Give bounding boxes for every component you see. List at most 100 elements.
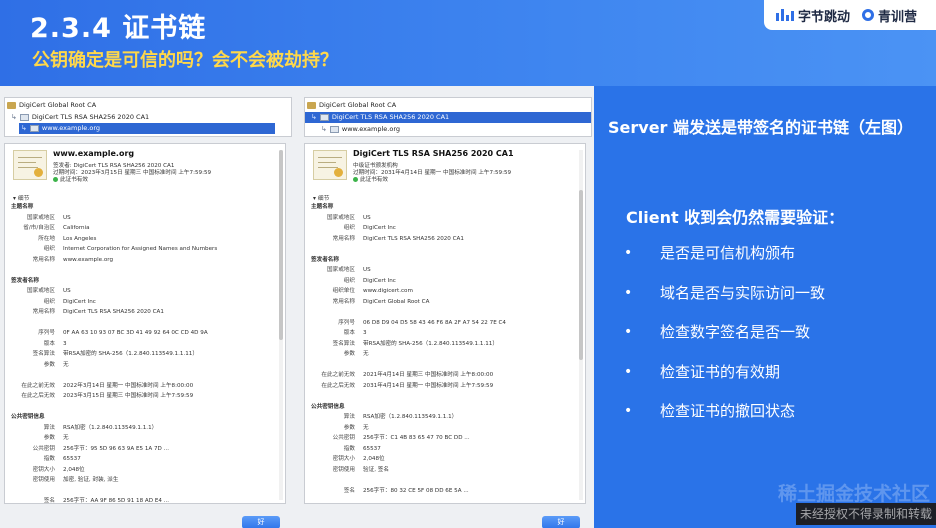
field-row: 参数 无 [305, 423, 575, 433]
field-row: 参数 无 [5, 433, 275, 443]
field-key: 序列号 [338, 319, 355, 326]
tree-item-leaf[interactable]: ↳ www.example.org [19, 123, 275, 134]
tree-item-root[interactable]: DigiCert Global Root CA [305, 100, 591, 111]
tree-item-root[interactable]: DigiCert Global Root CA [5, 100, 291, 111]
field-row [5, 318, 275, 328]
field-value: DigiCert Global Root CA [363, 298, 430, 305]
folder-icon [307, 102, 316, 109]
field-key: 国家或地区 [327, 267, 355, 273]
field-value: 2,048位 [63, 466, 85, 473]
field-row: 密钥使用 验证, 签名 [305, 465, 575, 475]
field-row: 常用名称 DigiCert TLS RSA SHA256 2020 CA1 [305, 234, 575, 244]
tree-item-label: www.example.org [41, 124, 100, 132]
qingxun-icon [862, 9, 875, 21]
field-key: 省/市/自治区 [23, 225, 55, 231]
tree-item-intermediate[interactable]: ↳ DigiCert TLS RSA SHA256 2020 CA1 [305, 112, 591, 123]
bytedance-logo-text: 字节跳动 [798, 9, 851, 25]
field-key: 版本 [43, 340, 55, 347]
certificate-icon [29, 125, 39, 132]
field-value: 无 [363, 351, 369, 357]
tree-item-intermediate[interactable]: ↳ DigiCert TLS RSA SHA256 2020 CA1 [5, 112, 291, 123]
list-item: 检查证书的撤回状态 [624, 396, 825, 436]
certificate-image-icon [313, 150, 347, 180]
field-value: 带RSA加密的 SHA-256（1.2.840.113549.1.1.11） [63, 351, 198, 357]
field-key: 国家或地区 [27, 214, 55, 221]
field-row: 版本 3 [305, 328, 575, 338]
certificate-image-icon [13, 150, 47, 180]
field-value: 256字节：AA 9F 86 5D 91 18 AD E4 ... [63, 498, 170, 504]
field-value: 3 [363, 330, 367, 336]
logo-bar: 字节跳动 青训营 [764, 0, 936, 30]
field-row: 常用名称 DigiCert Global Root CA [305, 297, 575, 307]
valid-check-icon [53, 177, 58, 182]
ok-button[interactable]: 好 [542, 516, 580, 528]
field-key: 国家或地区 [327, 214, 355, 221]
field-row [305, 360, 575, 370]
field-value: 2021年4月14日 星期三 中国标准时间 上午8:00:00 [363, 372, 494, 378]
field-row: 签发者名称 [5, 276, 275, 286]
scrollbar[interactable] [579, 150, 583, 500]
field-value: 无 [63, 435, 69, 441]
field-value: 256字节：80 32 CE 5F 08 DD 6E 5A ... [363, 487, 469, 494]
scrollbar[interactable] [279, 150, 283, 500]
tree-item-label: DigiCert TLS RSA SHA256 2020 CA1 [31, 113, 150, 121]
field-value: DigiCert Inc [63, 298, 96, 305]
field-row: 组织 Internet Corporation for Assigned Name… [5, 244, 275, 254]
field-row: 参数 无 [5, 360, 275, 370]
details-disclosure[interactable]: ▾ 细节 [313, 193, 329, 202]
cert-status: 此证书有效 [353, 175, 388, 183]
field-key: 签名 [43, 498, 55, 504]
field-row: 公共密钥 256字节：95 5D 96 63 9A E5 1A 7D ... [5, 444, 275, 454]
field-value: 0F AA 63 10 93 07 BC 3D 41 49 92 64 0C C… [63, 330, 208, 336]
field-value: DigiCert TLS RSA SHA256 2020 CA1 [363, 235, 464, 242]
field-key: 在此之后无效 [21, 393, 55, 399]
ok-button[interactable]: 好 [242, 516, 280, 528]
field-row: 国家或地区 US [305, 213, 575, 223]
tree-item-label: www.example.org [341, 125, 400, 133]
field-value: US [63, 214, 71, 221]
field-value: US [63, 288, 71, 294]
list-item: 域名是否与实际访问一致 [624, 278, 825, 318]
scrollbar-thumb[interactable] [579, 190, 583, 360]
field-key: 在此之后无效 [321, 382, 355, 389]
qingxun-logo-text: 青训营 [878, 9, 918, 25]
field-key: 参数 [43, 361, 55, 368]
field-row: 算法 RSA加密（1.2.840.113549.1.1.1） [305, 412, 575, 422]
explanation-panel: Server 端发送是带签名的证书链（左图） Client 收到会仍然需要验证：… [594, 86, 936, 528]
field-row: 版本 3 [5, 339, 275, 349]
cert-detail-panel: www.example.org 签发者: DigiCert TLS RSA SH… [4, 143, 286, 504]
field-row: 算法 RSA加密（1.2.840.113549.1.1.1） [5, 423, 275, 433]
field-row: 签名算法 带RSA加密的 SHA-256（1.2.840.113549.1.1.1… [5, 349, 275, 359]
field-row: 国家或地区 US [305, 265, 575, 275]
field-value: 256字节：C1 4B 83 65 47 70 BC DD ... [363, 435, 470, 441]
cert-status-text: 此证书有效 [360, 177, 388, 183]
slide-header: 2.3.4 证书链 公钥确定是可信的吗？会不会被劫持？ 字节跳动 青训营 [0, 0, 936, 86]
field-row: 国家或地区 US [5, 213, 275, 223]
certificate-icon [19, 114, 29, 121]
field-value: www.digicert.com [363, 288, 413, 294]
field-value: 带RSA加密的 SHA-256（1.2.840.113549.1.1.11） [363, 340, 498, 347]
field-row: 组织单位 www.digicert.com [305, 286, 575, 296]
bytedance-icon [776, 9, 794, 21]
field-key: 密钥使用 [332, 466, 355, 473]
scrollbar-thumb[interactable] [279, 150, 283, 340]
tree-item-label: DigiCert Global Root CA [319, 101, 397, 109]
field-key: 所在地 [38, 235, 55, 242]
field-key: 签发者名称 [311, 256, 339, 263]
cert-chain-tree: DigiCert Global Root CA ↳ DigiCert TLS R… [4, 97, 292, 137]
field-row: 签发者名称 [305, 255, 575, 265]
field-key: 参数 [343, 424, 355, 431]
field-value: 无 [63, 361, 69, 368]
tree-branch-icon: ↳ [11, 113, 17, 121]
field-row: 在此之前无效 2022年3月14日 星期一 中国标准时间 上午8:00:00 [5, 381, 275, 391]
field-key: 组织 [43, 246, 55, 252]
field-key: 组织单位 [332, 288, 355, 294]
field-value: US [363, 214, 371, 221]
field-value: DigiCert TLS RSA SHA256 2020 CA1 [63, 309, 164, 315]
field-key: 参数 [343, 351, 355, 357]
details-disclosure[interactable]: ▾ 细节 [13, 193, 29, 202]
field-row: 密钥使用 加密, 验证, 封装, 派生 [5, 475, 275, 485]
tree-item-label: DigiCert Global Root CA [19, 101, 97, 109]
field-row: 在此之前无效 2021年4月14日 星期三 中国标准时间 上午8:00:00 [305, 370, 575, 380]
tree-item-leaf[interactable]: ↳ www.example.org [319, 124, 575, 135]
